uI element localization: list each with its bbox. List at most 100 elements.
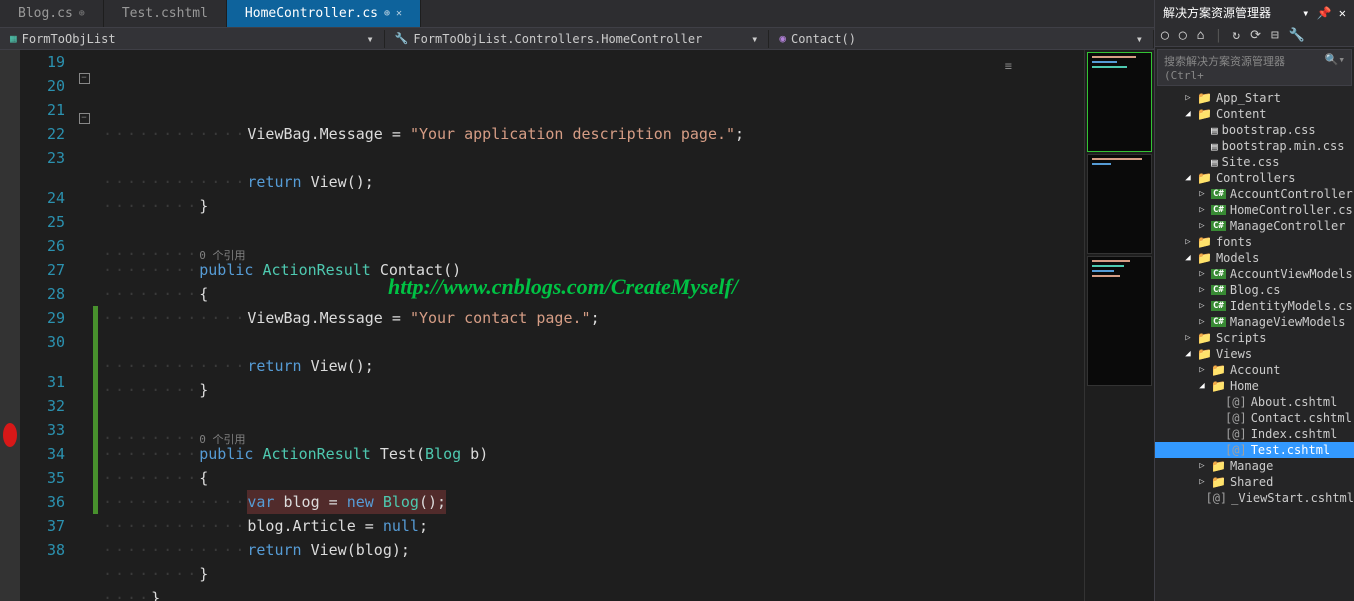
back-icon[interactable]: ◯ bbox=[1161, 28, 1169, 43]
expand-arrow-icon[interactable]: ◢ bbox=[1183, 253, 1193, 263]
tree-item[interactable]: ▤bootstrap.css bbox=[1155, 122, 1354, 138]
tree-item[interactable]: ▷📁Shared bbox=[1155, 474, 1354, 490]
expand-arrow-icon[interactable]: ◢ bbox=[1183, 109, 1193, 119]
tree-item-label: Controllers bbox=[1216, 171, 1295, 185]
refresh-icon[interactable]: ⟳ bbox=[1250, 28, 1261, 43]
home-icon[interactable]: ⌂ bbox=[1197, 28, 1205, 43]
breakpoint-icon[interactable] bbox=[3, 423, 17, 447]
forward-icon[interactable]: ◯ bbox=[1179, 28, 1187, 43]
split-handle-icon[interactable]: ≡ bbox=[1005, 54, 1012, 78]
expand-arrow-icon[interactable]: ▷ bbox=[1197, 205, 1207, 215]
tree-item[interactable]: ▷📁App_Start bbox=[1155, 90, 1354, 106]
code-content[interactable]: http://www.cnblogs.com/CreateMyself/ ···… bbox=[98, 50, 1084, 601]
tree-item[interactable]: ▷📁Scripts bbox=[1155, 330, 1354, 346]
tree-item[interactable]: [@]Index.cshtml bbox=[1155, 426, 1354, 442]
close-icon[interactable]: ✕ bbox=[1339, 6, 1346, 20]
expand-arrow-icon[interactable]: ◢ bbox=[1183, 173, 1193, 183]
expand-arrow-icon[interactable]: ▷ bbox=[1183, 93, 1193, 103]
breadcrumb-project[interactable]: ▦ FormToObjList ▾ bbox=[0, 30, 385, 48]
expand-arrow-icon[interactable]: ▷ bbox=[1183, 237, 1193, 247]
tree-item[interactable]: ▷C#Blog.cs bbox=[1155, 282, 1354, 298]
tree-item[interactable]: ◢📁Models bbox=[1155, 250, 1354, 266]
search-icon[interactable]: 🔍▾ bbox=[1325, 53, 1345, 82]
expand-arrow-icon[interactable]: ▷ bbox=[1197, 365, 1207, 375]
expand-arrow-icon[interactable]: ▷ bbox=[1197, 461, 1207, 471]
expand-arrow-icon[interactable]: ▷ bbox=[1197, 477, 1207, 487]
dropdown-icon[interactable]: ▾ bbox=[1302, 6, 1309, 20]
main-editor-area: Blog.cs ⊕ Test.cshtml HomeController.cs … bbox=[0, 0, 1154, 601]
tree-item[interactable]: ▷ C# IdentityModels.cs bbox=[1155, 298, 1354, 314]
expand-arrow-icon[interactable]: ◢ bbox=[1197, 381, 1207, 391]
tree-item[interactable]: [@]_ViewStart.cshtml bbox=[1155, 490, 1354, 506]
csharp-icon: C# bbox=[1211, 221, 1226, 231]
css-icon: ▤ bbox=[1211, 156, 1218, 169]
tree-item-label: AccountViewModels bbox=[1230, 267, 1353, 281]
tree-item-label: fonts bbox=[1216, 235, 1252, 249]
solution-explorer-header: 解决方案资源管理器 ▾ 📌 ✕ bbox=[1155, 0, 1354, 25]
tab-homecontroller-cs[interactable]: HomeController.cs ⊕ ✕ bbox=[227, 0, 421, 27]
tree-item[interactable]: ▤Site.css bbox=[1155, 154, 1354, 170]
expand-arrow-icon[interactable]: ◢ bbox=[1183, 349, 1193, 359]
search-placeholder: 搜索解决方案资源管理器(Ctrl+ bbox=[1164, 53, 1325, 82]
csharp-icon: C# bbox=[1211, 285, 1226, 295]
sync-icon[interactable]: ↻ bbox=[1232, 28, 1240, 43]
tree-item[interactable]: ▤bootstrap.min.css bbox=[1155, 138, 1354, 154]
csharp-icon: C# bbox=[1211, 205, 1226, 215]
code-area[interactable]: 1920212223242526272829303132333435363738… bbox=[0, 50, 1084, 601]
expand-arrow-icon[interactable]: ▷ bbox=[1183, 333, 1193, 343]
expand-arrow-icon[interactable]: ▷ bbox=[1197, 269, 1207, 279]
tree-item[interactable]: ◢📁Home bbox=[1155, 378, 1354, 394]
tree-item[interactable]: ▷📁fonts bbox=[1155, 234, 1354, 250]
tree-item[interactable]: [@]Contact.cshtml bbox=[1155, 410, 1354, 426]
solution-tree[interactable]: ▷📁App_Start◢📁Content▤bootstrap.css▤boots… bbox=[1155, 88, 1354, 601]
tree-item[interactable]: [@]Test.cshtml bbox=[1155, 442, 1354, 458]
tree-item[interactable]: ▷ C# HomeController.cs bbox=[1155, 202, 1354, 218]
tree-item-label: Content bbox=[1216, 107, 1267, 121]
view-icon: [@] bbox=[1225, 443, 1247, 457]
tree-item[interactable]: ◢📁Content bbox=[1155, 106, 1354, 122]
tree-item[interactable]: ▷C#ManageViewModels bbox=[1155, 314, 1354, 330]
tab-test-cshtml[interactable]: Test.cshtml bbox=[104, 0, 227, 27]
code-minimap[interactable] bbox=[1084, 50, 1154, 601]
expand-arrow-icon[interactable]: ▷ bbox=[1197, 317, 1207, 327]
tree-item[interactable]: [@]About.cshtml bbox=[1155, 394, 1354, 410]
tree-item-label: Contact.cshtml bbox=[1251, 411, 1352, 425]
tree-item-label: HomeController.cs bbox=[1230, 203, 1353, 217]
tree-item[interactable]: ▷📁Account bbox=[1155, 362, 1354, 378]
close-icon[interactable]: ✕ bbox=[396, 8, 402, 19]
expand-arrow-icon[interactable]: ▷ bbox=[1197, 221, 1207, 231]
tree-item[interactable]: ▷C#ManageController bbox=[1155, 218, 1354, 234]
pin-icon[interactable]: ⊕ bbox=[384, 8, 390, 19]
breadcrumb-class[interactable]: 🔧 FormToObjList.Controllers.HomeControll… bbox=[385, 30, 770, 48]
tree-item[interactable]: ▷📁Manage bbox=[1155, 458, 1354, 474]
pin-icon[interactable]: 📌 bbox=[1317, 6, 1332, 20]
pin-icon[interactable]: ⊕ bbox=[79, 8, 85, 19]
tree-item-label: IdentityModels.cs bbox=[1230, 299, 1353, 313]
tree-item-label: Home bbox=[1230, 379, 1259, 393]
solution-explorer-search[interactable]: 搜索解决方案资源管理器(Ctrl+ 🔍▾ bbox=[1157, 49, 1352, 86]
expand-arrow-icon[interactable]: ▷ bbox=[1197, 189, 1207, 199]
tree-item[interactable]: ▷C#AccountController bbox=[1155, 186, 1354, 202]
expand-arrow-icon[interactable]: ▷ bbox=[1197, 301, 1207, 311]
tab-label: HomeController.cs bbox=[245, 6, 378, 21]
properties-icon[interactable]: 🔧 bbox=[1289, 28, 1305, 43]
csharp-icon: C# bbox=[1211, 301, 1226, 311]
tree-item-label: Views bbox=[1216, 347, 1252, 361]
collapse-icon[interactable]: ⊟ bbox=[1271, 28, 1279, 43]
tree-item-label: App_Start bbox=[1216, 91, 1281, 105]
breadcrumb-method[interactable]: ◉ Contact() ▾ bbox=[769, 30, 1154, 48]
tree-item-label: bootstrap.css bbox=[1222, 123, 1316, 137]
fold-margin[interactable]: −− bbox=[75, 50, 93, 601]
breakpoint-gutter[interactable] bbox=[0, 50, 20, 601]
expand-arrow-icon[interactable]: ▷ bbox=[1197, 285, 1207, 295]
tree-item-label: Index.cshtml bbox=[1251, 427, 1338, 441]
fold-toggle[interactable]: − bbox=[79, 113, 90, 124]
tree-item[interactable]: ▷C#AccountViewModels bbox=[1155, 266, 1354, 282]
tab-blog-cs[interactable]: Blog.cs ⊕ bbox=[0, 0, 104, 27]
folder-icon: 📁 bbox=[1211, 459, 1226, 473]
breadcrumb-label: Contact() bbox=[791, 32, 856, 46]
tree-item[interactable]: ◢📁Controllers bbox=[1155, 170, 1354, 186]
tree-item[interactable]: ◢📁Views bbox=[1155, 346, 1354, 362]
view-icon: [@] bbox=[1205, 491, 1227, 505]
fold-toggle[interactable]: − bbox=[79, 73, 90, 84]
